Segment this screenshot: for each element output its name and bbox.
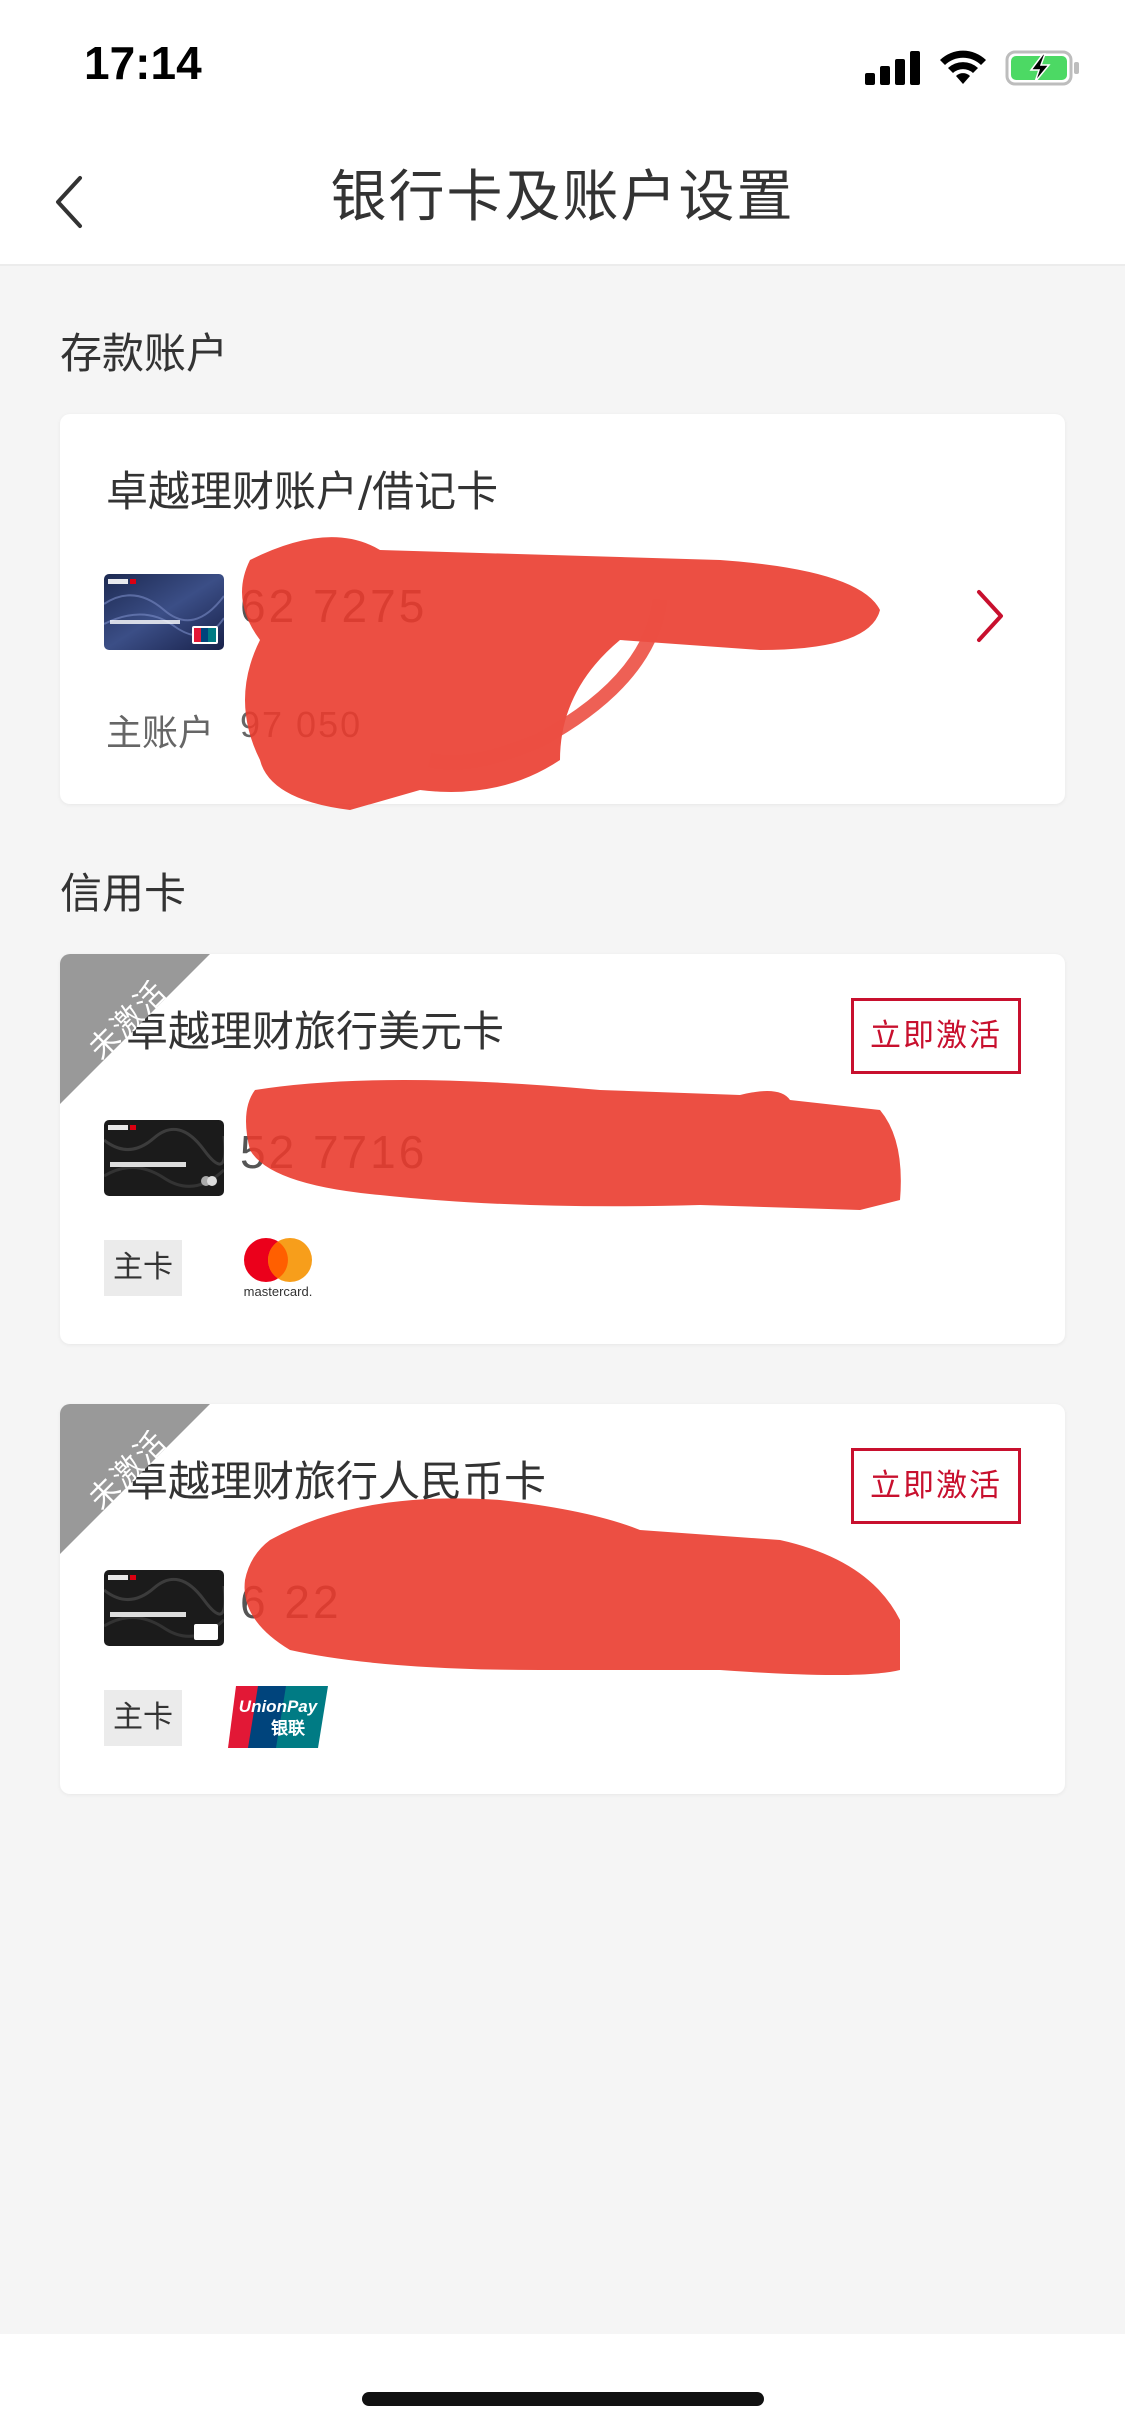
status-icons — [865, 48, 1081, 88]
section-credit-heading: 信用卡 — [60, 869, 187, 918]
home-indicator-area — [0, 2334, 1125, 2436]
section-deposit-heading: 存款账户 — [60, 329, 229, 378]
mastercard-logo: mastercard. — [244, 1238, 313, 1299]
credit-card-usd[interactable]: 卓越理财旅行美元卡 未激活 立即激活 52 7716 主卡 mastercard… — [60, 954, 1065, 1344]
credit-card-image — [104, 1120, 224, 1196]
debit-card-image — [104, 574, 224, 650]
home-indicator-bar[interactable] — [362, 2392, 764, 2406]
chevron-right-icon[interactable] — [969, 586, 1009, 646]
navigation-bar: 银行卡及账户设置 — [0, 132, 1125, 264]
unionpay-logo: UnionPay 银联 — [228, 1686, 328, 1748]
card-number: 6 22 — [240, 1576, 342, 1628]
inactive-ribbon: 未激活 — [60, 954, 210, 1104]
inactive-ribbon: 未激活 — [60, 1404, 210, 1554]
svg-text:银联: 银联 — [271, 1718, 305, 1739]
credit-card-cny[interactable]: 卓越理财旅行人民币卡 未激活 立即激活 6 22 主卡 UnionPay 银联 — [60, 1404, 1065, 1794]
signal-icon — [865, 51, 920, 85]
credit-card-image — [104, 1570, 224, 1646]
primary-card-tag: 主卡 — [104, 1240, 182, 1296]
page-title: 银行卡及账户设置 — [330, 165, 795, 230]
svg-text:UnionPay: UnionPay — [239, 1697, 319, 1716]
primary-account-label: 主账户 — [106, 713, 215, 754]
wifi-icon — [940, 50, 986, 84]
svg-text:mastercard.: mastercard. — [244, 1284, 313, 1299]
card-number: 62 7275 — [240, 580, 428, 632]
back-button[interactable] — [30, 162, 110, 242]
primary-account-number: 97 050 — [240, 704, 363, 745]
activate-now-button[interactable]: 立即激活 — [851, 1448, 1021, 1524]
card-title: 卓越理财账户/借记卡 — [106, 467, 499, 516]
card-number: 52 7716 — [240, 1126, 428, 1178]
activate-now-button[interactable]: 立即激活 — [851, 998, 1021, 1074]
status-time: 17:14 — [84, 37, 202, 89]
battery-charging-icon — [1005, 50, 1079, 86]
primary-card-tag: 主卡 — [104, 1690, 182, 1746]
deposit-account-card[interactable]: 卓越理财账户/借记卡 62 7275 主账户 97 050 — [60, 414, 1065, 804]
chevron-left-icon — [56, 176, 82, 228]
status-bar: 17:14 — [0, 0, 1125, 132]
